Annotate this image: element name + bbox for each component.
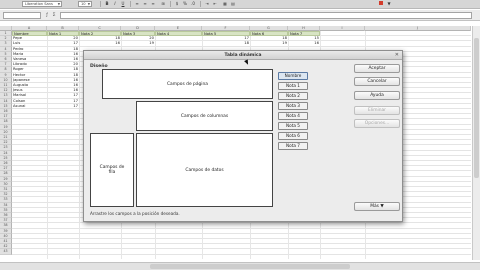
function-wizard-icon[interactable]: ƒ — [44, 12, 50, 19]
font-color-swatch — [379, 1, 383, 5]
grade-cell[interactable]: 18 — [202, 41, 250, 46]
field-nombre[interactable]: Nombre — [278, 72, 308, 80]
horizontal-scrollbar[interactable] — [0, 262, 480, 270]
field-nota-4[interactable]: Nota 4 — [278, 112, 308, 120]
row-fields-zone[interactable]: Campos de fila — [90, 133, 134, 207]
more-button[interactable]: Más ▼ — [354, 202, 400, 211]
name-box[interactable] — [3, 12, 41, 19]
background-color-icon[interactable]: ▤ — [230, 1, 236, 7]
grade-cell[interactable]: 19 — [250, 41, 288, 46]
data-fields-zone[interactable]: Campos de datos — [136, 133, 273, 207]
font-name-value: Liberation Sans — [25, 2, 53, 6]
row-header[interactable]: 43 — [0, 249, 12, 255]
close-icon[interactable]: ✕ — [395, 51, 399, 60]
font-color-icon[interactable] — [378, 1, 384, 7]
header-cell[interactable]: Nota 4 — [155, 31, 202, 37]
page-fields-label: Campos de página — [166, 81, 209, 87]
more-button-label: Más — [370, 204, 379, 209]
grid-column-line — [79, 31, 80, 259]
ok-button[interactable]: Aceptar — [354, 64, 400, 73]
grade-cell[interactable]: 16 — [288, 41, 320, 46]
column-fields-zone[interactable]: Campos de columnas — [136, 101, 273, 131]
grid-row — [12, 249, 471, 255]
expand-arrow-icon: ▼ — [380, 204, 384, 209]
grade-cell[interactable]: 16 — [79, 41, 121, 46]
cancel-button[interactable]: Cancelar — [354, 77, 400, 86]
formula-input[interactable] — [60, 12, 472, 19]
row-fields-label: Campos de fila — [99, 165, 125, 175]
field-nota-3[interactable]: Nota 3 — [278, 102, 308, 110]
name-cell[interactable]: Asunai — [12, 104, 47, 109]
italic-icon[interactable]: I — [112, 1, 118, 7]
field-nota-6[interactable]: Nota 6 — [278, 132, 308, 140]
indent-icon[interactable]: ⇥ — [204, 1, 210, 7]
pivot-table-dialog: Tabla dinámica ✕ Diseño Campos de página… — [83, 50, 403, 222]
chevron-down-icon[interactable]: ▼ — [386, 1, 392, 7]
formula-bar: ƒ Σ — [0, 10, 480, 21]
vertical-scrollbar[interactable] — [472, 26, 480, 260]
page-fields-zone[interactable]: Campos de página — [102, 69, 273, 99]
scroll-thumb[interactable] — [150, 264, 350, 269]
scroll-thumb[interactable] — [474, 38, 479, 178]
help-button[interactable]: Ayuda — [354, 91, 400, 100]
toolbar-separator — [130, 1, 131, 7]
outdent-icon[interactable]: ⇤ — [212, 1, 218, 7]
remove-button[interactable]: Eliminar — [354, 106, 400, 115]
drag-hint: Arrastre los campos a la posición desead… — [90, 211, 180, 216]
data-fields-label: Campos de datos — [185, 167, 224, 173]
currency-icon[interactable]: $ — [174, 1, 180, 7]
chevron-down-icon[interactable]: ▼ — [88, 2, 90, 6]
chevron-down-icon[interactable]: ▼ — [58, 2, 60, 6]
sum-icon[interactable]: Σ — [51, 12, 57, 19]
font-size-value: 10 — [81, 2, 86, 6]
field-nota-7[interactable]: Nota 7 — [278, 142, 308, 150]
font-name-box[interactable]: Liberation Sans ▼ — [22, 1, 62, 7]
bold-icon[interactable]: B — [104, 1, 110, 7]
grade-cell[interactable]: 17 — [47, 104, 79, 109]
toolbar-separator — [170, 1, 171, 7]
decimal-icon[interactable]: .0 — [190, 1, 196, 7]
options-button[interactable]: Opciones... — [354, 119, 400, 128]
percent-icon[interactable]: % — [182, 1, 188, 7]
formatting-toolbar: Liberation Sans ▼ 10 ▼ B I U ≡ ≡ ≡ ⊞ $ %… — [0, 0, 480, 9]
field-nota-1[interactable]: Nota 1 — [278, 82, 308, 90]
column-fields-label: Campos de columnas — [180, 113, 229, 119]
toolbar-separator — [100, 1, 101, 7]
toolbar-separator — [200, 1, 201, 7]
align-left-icon[interactable]: ≡ — [134, 1, 140, 7]
borders-icon[interactable]: ▦ — [222, 1, 228, 7]
merge-icon[interactable]: ⊞ — [160, 1, 166, 7]
field-nota-2[interactable]: Nota 2 — [278, 92, 308, 100]
font-size-box[interactable]: 10 ▼ — [78, 1, 92, 7]
field-nota-5[interactable]: Nota 5 — [278, 122, 308, 130]
align-right-icon[interactable]: ≡ — [150, 1, 156, 7]
dialog-title: Tabla dinámica — [84, 51, 402, 60]
grade-cell[interactable]: 19 — [121, 41, 155, 46]
align-center-icon[interactable]: ≡ — [142, 1, 148, 7]
underline-icon[interactable]: U — [120, 1, 126, 7]
